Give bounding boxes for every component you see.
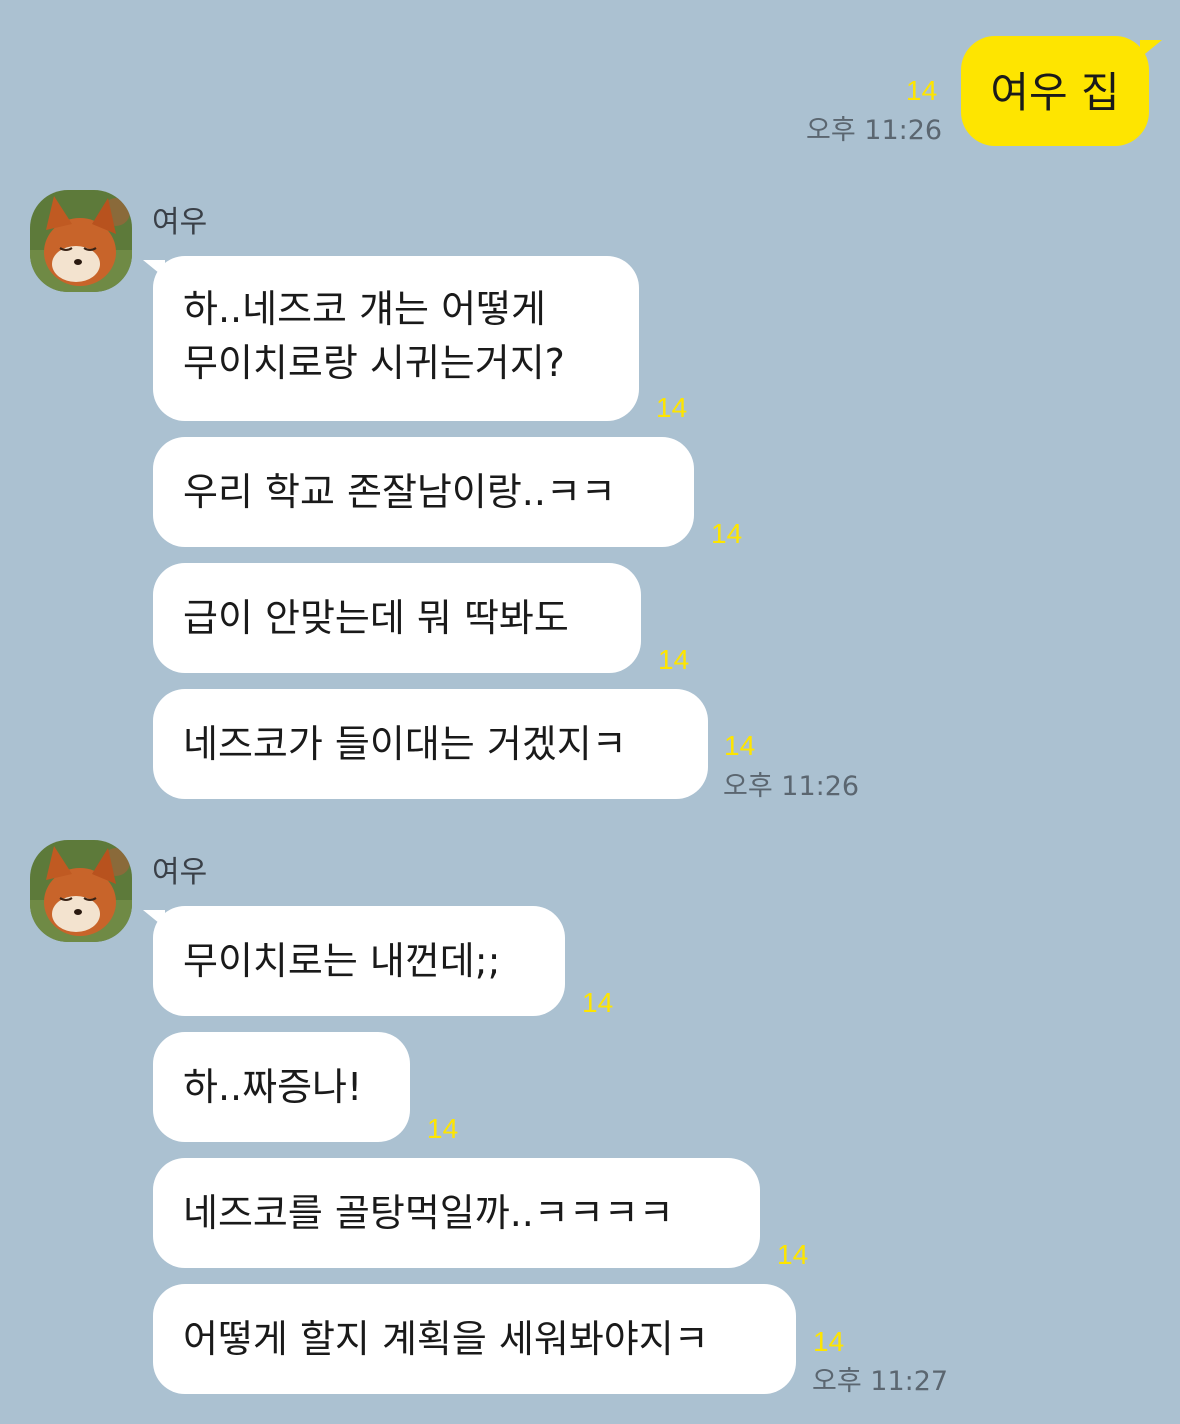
unread-count: 14 [711,518,743,549]
my-message-bubble[interactable]: 여우 집 [961,36,1149,146]
sender-name: 여우 [152,205,208,240]
message-text-line: 무이치로랑 시귀는거지? [183,341,565,385]
message-time: 오후 11:26 [723,771,860,802]
unread-count: 14 [906,75,938,106]
sender-name: 여우 [152,855,208,890]
message-text: 급이 안맞는데 뭐 딱봐도 [183,596,569,640]
unread-count: 14 [656,392,688,423]
message-bubble[interactable]: 네즈코를 골탕먹일까..ㅋㅋㅋㅋ [153,1158,760,1268]
message-time: 오후 11:26 [806,115,943,146]
message-text-line: 하..네즈코 걔는 어떻게 [183,287,546,331]
message-text: 무이치로는 내껀데;; [183,939,501,983]
message-bubble[interactable]: 하..네즈코 걔는 어떻게 무이치로랑 시귀는거지? [153,256,639,421]
message-bubble[interactable]: 어떻게 할지 계획을 세워봐야지ㅋ [153,1284,796,1394]
fox-avatar[interactable] [30,840,132,942]
unread-count: 14 [777,1239,809,1270]
unread-count: 14 [582,987,614,1018]
message-time: 오후 11:27 [812,1366,949,1397]
message-bubble[interactable]: 하..짜증나! [153,1032,410,1142]
message-bubble[interactable]: 급이 안맞는데 뭐 딱봐도 [153,563,641,673]
unread-count: 14 [724,730,756,761]
message-bubble[interactable]: 우리 학교 존잘남이랑..ㅋㅋ [153,437,694,547]
fox-avatar[interactable] [30,190,132,292]
bubble-tail [143,260,165,278]
message-text: 어떻게 할지 계획을 세워봐야지ㅋ [183,1317,709,1361]
unread-count: 14 [813,1326,845,1357]
message-text: 우리 학교 존잘남이랑..ㅋㅋ [183,470,616,514]
message-bubble[interactable]: 네즈코가 들이대는 거겠지ㅋ [153,689,708,799]
message-text: 하..짜증나! [183,1065,363,1109]
message-text: 네즈코가 들이대는 거겠지ㅋ [183,722,627,766]
message-bubble[interactable]: 무이치로는 내껀데;; [153,906,565,1016]
message-text: 네즈코를 골탕먹일까..ㅋㅋㅋㅋ [183,1191,674,1235]
bubble-tail [1140,40,1162,58]
bubble-tail [143,910,165,928]
unread-count: 14 [658,644,690,675]
message-text: 여우 집 [990,68,1120,117]
unread-count: 14 [427,1113,459,1144]
